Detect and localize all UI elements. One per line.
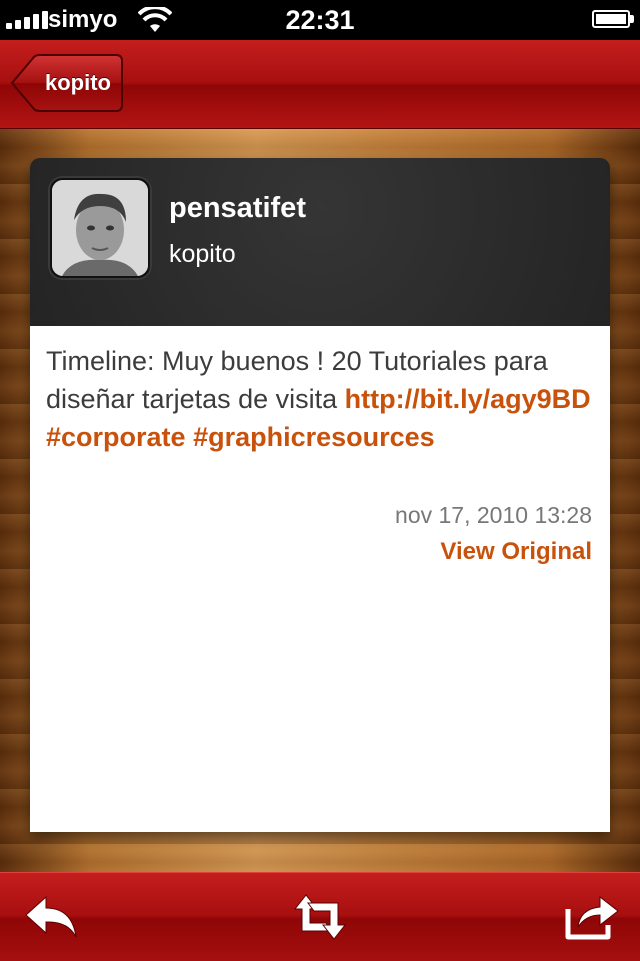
avatar <box>52 180 148 276</box>
tweet-timestamp: nov 17, 2010 13:28 <box>395 502 592 528</box>
tweet-link[interactable]: http://bit.ly/agy9BD <box>345 384 591 414</box>
retweet-icon <box>293 894 347 940</box>
status-clock: 22:31 <box>285 5 355 35</box>
share-icon <box>565 895 619 940</box>
tweet-body: Timeline: Muy buenos ! 20 Tutoriales par… <box>30 326 610 832</box>
reply-button[interactable] <box>22 887 82 947</box>
battery-icon <box>592 10 630 28</box>
retweet-button[interactable] <box>290 887 350 947</box>
hashtag-link[interactable]: #corporate <box>46 422 186 452</box>
reply-icon <box>25 895 77 938</box>
view-original-link[interactable]: View Original <box>440 538 592 566</box>
navigation-bar: kopito <box>0 40 640 129</box>
tweet-header: pensatifet kopito <box>30 158 610 326</box>
tweet-card: pensatifet kopito Timeline: Muy buenos !… <box>30 158 610 832</box>
back-button-label: kopito <box>45 70 111 95</box>
back-button[interactable]: kopito <box>10 54 124 112</box>
hashtag-link[interactable]: #graphicresources <box>193 422 435 452</box>
username: pensatifet <box>169 192 306 224</box>
avatar-frame[interactable] <box>48 176 152 280</box>
screen-name: kopito <box>169 240 236 268</box>
tweet-text-block: Timeline: Muy buenos ! 20 Tutoriales par… <box>46 342 596 456</box>
share-button[interactable] <box>562 887 622 947</box>
battery-tip <box>630 15 634 23</box>
status-bar: simyo 22:31 <box>0 0 640 40</box>
user-photo-icon <box>52 180 148 276</box>
bottom-toolbar <box>0 872 640 961</box>
